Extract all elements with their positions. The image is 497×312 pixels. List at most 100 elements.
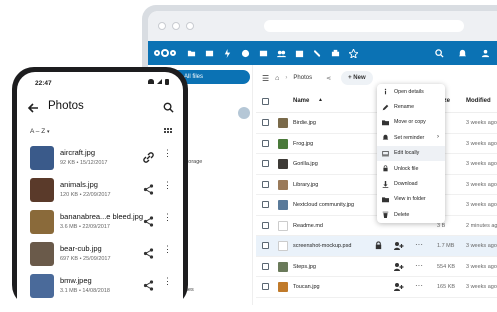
more-actions-icon[interactable]: ··· bbox=[414, 241, 424, 251]
menu-item-unlock-file[interactable]: Unlock file bbox=[377, 161, 445, 176]
list-item[interactable]: animals.jpg 120 KB • 22/09/2017 ⋮ bbox=[17, 174, 183, 206]
menu-item-delete[interactable]: Delete bbox=[377, 207, 445, 222]
link-icon[interactable] bbox=[143, 152, 154, 163]
list-item[interactable]: bananabrea...e bleed.jpg 3.6 MB • 22/09/2… bbox=[17, 206, 183, 238]
share-folder-icon[interactable]: ⋖ bbox=[326, 75, 331, 82]
file-name[interactable]: aircraft.jpg bbox=[60, 148, 95, 157]
image-thumbnail[interactable] bbox=[30, 274, 54, 298]
menu-item-view-in-folder[interactable]: View in folder bbox=[377, 192, 445, 207]
activity-app-icon[interactable] bbox=[222, 48, 232, 58]
sidebar-toggle-icon[interactable]: ☰ bbox=[262, 74, 269, 83]
list-item[interactable]: bmw.jpeg 3.1 MB • 14/08/2018 ⋮ bbox=[17, 270, 183, 302]
image-thumbnail[interactable] bbox=[30, 146, 54, 170]
files-app-icon[interactable] bbox=[186, 48, 196, 58]
file-modified: 3 weeks ago bbox=[466, 140, 497, 147]
row-checkbox[interactable] bbox=[262, 201, 269, 208]
more-actions-icon[interactable]: ··· bbox=[414, 282, 424, 292]
contacts-menu-icon[interactable] bbox=[480, 48, 490, 58]
window-dot-icon[interactable] bbox=[158, 22, 166, 30]
notes-app-icon[interactable] bbox=[312, 48, 322, 58]
photos-app-icon[interactable] bbox=[204, 48, 214, 58]
row-checkbox[interactable] bbox=[262, 283, 269, 290]
file-name[interactable]: Nextcloud community.jpg bbox=[293, 202, 354, 208]
more-vertical-icon[interactable]: ⋮ bbox=[163, 181, 172, 196]
file-name[interactable]: Steps.jpg bbox=[293, 264, 316, 270]
file-name[interactable]: Gorilla.jpg bbox=[293, 161, 318, 167]
file-name[interactable]: Library.jpg bbox=[293, 182, 318, 188]
table-row[interactable]: Steps.jpg ··· 554 KB 3 weeks ago bbox=[256, 257, 497, 277]
breadcrumb-photos[interactable]: Photos bbox=[293, 75, 312, 81]
row-checkbox[interactable] bbox=[262, 221, 269, 229]
search-icon[interactable] bbox=[163, 102, 174, 113]
file-actions-menu: Open details Rename Move or copy Set remind… bbox=[377, 84, 445, 223]
menu-item-set-reminder[interactable]: Set reminder › bbox=[377, 130, 445, 145]
column-modified[interactable]: Modified bbox=[466, 98, 491, 104]
deck-app-icon[interactable] bbox=[330, 48, 340, 58]
more-vertical-icon[interactable]: ⋮ bbox=[163, 245, 172, 260]
menu-item-open-details[interactable]: Open details bbox=[377, 84, 445, 99]
share-icon[interactable] bbox=[394, 241, 404, 251]
more-actions-icon[interactable]: ··· bbox=[414, 261, 424, 272]
calendar-app-icon[interactable] bbox=[294, 48, 304, 58]
table-row[interactable]: screenshot-mockup.psd ··· 1.7 MB 3 weeks ag… bbox=[256, 236, 497, 257]
share-icon[interactable] bbox=[143, 248, 154, 259]
menu-item-label: Edit locally bbox=[394, 150, 420, 157]
share-icon[interactable] bbox=[143, 184, 154, 195]
share-icon[interactable] bbox=[394, 262, 404, 272]
select-all-checkbox[interactable] bbox=[262, 98, 269, 105]
image-thumbnail[interactable] bbox=[30, 210, 54, 234]
share-icon[interactable] bbox=[394, 282, 404, 292]
window-dot-icon[interactable] bbox=[186, 22, 194, 30]
back-arrow-icon[interactable] bbox=[27, 102, 39, 114]
row-checkbox[interactable] bbox=[262, 262, 269, 270]
menu-item-download[interactable]: Download bbox=[377, 176, 445, 191]
new-button[interactable]: + New bbox=[341, 71, 373, 85]
file-name[interactable]: bananabrea...e bleed.jpg bbox=[60, 212, 143, 221]
row-checkbox[interactable] bbox=[262, 160, 269, 167]
home-icon[interactable]: ⌂ bbox=[275, 75, 279, 82]
sort-dropdown[interactable]: A – Z ▾ bbox=[30, 128, 50, 135]
mail-app-icon[interactable] bbox=[258, 48, 268, 58]
file-name[interactable]: bear-cub.jpg bbox=[60, 244, 102, 253]
list-item[interactable]: aircraft.jpg 92 KB • 15/12/2017 ⋮ bbox=[17, 142, 183, 174]
share-icon[interactable] bbox=[143, 280, 154, 291]
menu-item-move-or-copy[interactable]: Move or copy bbox=[377, 115, 445, 130]
row-checkbox[interactable] bbox=[262, 180, 269, 188]
file-name[interactable]: bmw.jpeg bbox=[60, 276, 92, 285]
row-checkbox[interactable] bbox=[262, 242, 269, 249]
more-vertical-icon[interactable]: ⋮ bbox=[163, 213, 172, 228]
notifications-icon[interactable] bbox=[457, 48, 467, 58]
list-item[interactable]: bear-cub.jpg 697 KB • 25/09/2017 ⋮ bbox=[17, 238, 183, 270]
row-checkbox[interactable] bbox=[262, 139, 269, 147]
file-meta: 3.6 MB • 22/09/2017 bbox=[60, 224, 110, 230]
file-name[interactable]: Toucan.jpg bbox=[293, 284, 320, 290]
file-name[interactable]: Birdie.jpg bbox=[293, 120, 316, 126]
folder-icon bbox=[382, 197, 389, 203]
share-icon[interactable] bbox=[143, 216, 154, 227]
image-thumbnail[interactable] bbox=[30, 242, 54, 266]
more-vertical-icon[interactable]: ⋮ bbox=[163, 277, 172, 292]
file-name[interactable]: Readme.md bbox=[293, 223, 323, 229]
file-name[interactable]: screenshot-mockup.psd bbox=[293, 243, 351, 249]
more-vertical-icon[interactable]: ⋮ bbox=[163, 149, 172, 164]
contacts-app-icon[interactable] bbox=[276, 48, 286, 58]
menu-item-rename[interactable]: Rename bbox=[377, 99, 445, 114]
file-name[interactable]: animals.jpg bbox=[60, 180, 98, 189]
talk-app-icon[interactable] bbox=[240, 48, 250, 58]
phone-file-list: aircraft.jpg 92 KB • 15/12/2017 ⋮ animals.j… bbox=[17, 142, 183, 302]
row-checkbox[interactable] bbox=[262, 119, 269, 126]
star-app-icon[interactable] bbox=[348, 48, 358, 58]
grid-view-icon[interactable] bbox=[164, 128, 172, 136]
laptop-icon bbox=[382, 150, 389, 157]
menu-item-edit-locally[interactable]: Edit locally bbox=[377, 145, 445, 161]
file-name[interactable]: Frog.jpg bbox=[293, 141, 313, 147]
column-name[interactable]: Name bbox=[293, 98, 309, 104]
image-thumbnail bbox=[278, 282, 288, 292]
search-icon[interactable] bbox=[434, 48, 444, 58]
image-thumbnail[interactable] bbox=[30, 178, 54, 202]
window-dot-icon[interactable] bbox=[172, 22, 180, 30]
table-row[interactable]: Toucan.jpg ··· 165 KB 3 weeks ago bbox=[256, 277, 497, 298]
sidebar-collapse-handle[interactable] bbox=[238, 107, 250, 119]
address-bar[interactable] bbox=[264, 20, 464, 32]
nextcloud-logo-icon[interactable] bbox=[154, 49, 176, 58]
